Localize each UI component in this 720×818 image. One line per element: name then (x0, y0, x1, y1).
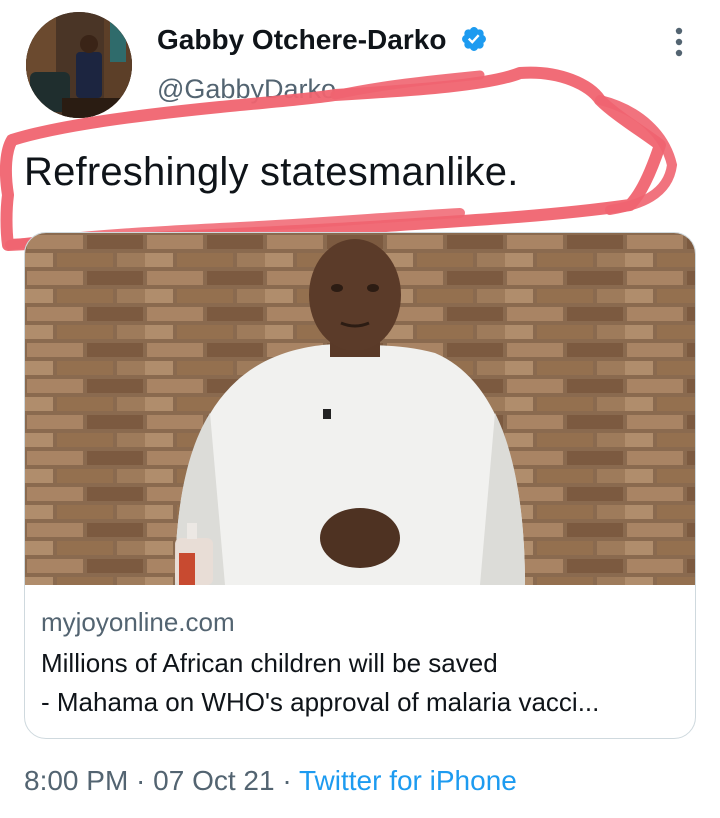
verified-badge-icon (462, 27, 486, 51)
link-domain: myjoyonline.com (41, 607, 235, 637)
link-preview-image[interactable] (25, 233, 695, 585)
tweet-time[interactable]: 8:00 PM (24, 765, 128, 796)
tweet-date[interactable]: 07 Oct 21 (153, 765, 274, 796)
link-title: Millions of African children will be sav… (41, 648, 498, 678)
author-avatar[interactable] (26, 12, 132, 118)
author-handle[interactable]: @GabbyDarko (157, 74, 336, 105)
more-options-icon[interactable] (664, 22, 694, 62)
link-title-continued: - Mahama on WHO's approval of malaria va… (41, 687, 600, 717)
tweet-meta: 8:00 PM · 07 Oct 21 · Twitter for iPhone (24, 765, 517, 797)
meta-separator: · (274, 765, 299, 796)
link-preview-card[interactable]: myjoyonline.com Millions of African chil… (24, 232, 696, 739)
tweet-text: Refreshingly statesmanlike. (24, 150, 519, 194)
author-display-name[interactable]: Gabby Otchere-Darko (157, 24, 446, 56)
meta-separator: · (128, 765, 154, 796)
tweet-source-link[interactable]: Twitter for iPhone (299, 765, 517, 796)
